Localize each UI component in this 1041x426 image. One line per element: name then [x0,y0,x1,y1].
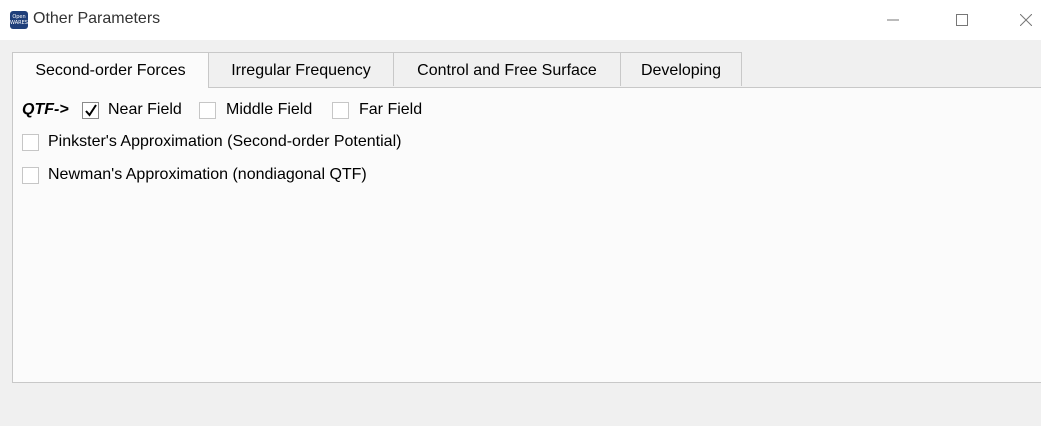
app-icon: Open WARES [10,11,28,29]
maximize-button[interactable] [939,0,985,40]
tab-second-order-forces[interactable]: Second-order Forces [12,52,209,88]
minimize-button[interactable] [870,0,916,40]
pinkster-checkbox[interactable] [22,134,39,151]
newman-row: Newman's Approximation (nondiagonal QTF) [22,166,542,188]
tab-irregular-frequency[interactable]: Irregular Frequency [208,52,394,86]
near-field-label[interactable]: Near Field [108,101,182,119]
newman-checkbox[interactable] [22,167,39,184]
qtf-row: QTF-> Near Field Middle Field Far Field [22,101,542,123]
near-field-checkbox[interactable] [82,102,99,119]
pinkster-label[interactable]: Pinkster's Approximation (Second-order P… [48,133,401,151]
middle-field-checkbox[interactable] [199,102,216,119]
close-icon [1020,14,1032,26]
title-bar[interactable]: Open WARES Other Parameters [0,0,1041,40]
tab-panel [12,87,1041,383]
newman-label[interactable]: Newman's Approximation (nondiagonal QTF) [48,166,367,184]
qtf-label: QTF-> [22,101,69,118]
check-icon [85,104,97,117]
far-field-label[interactable]: Far Field [359,101,422,119]
window-title: Other Parameters [33,10,161,27]
maximize-icon [956,14,968,26]
middle-field-label[interactable]: Middle Field [226,101,312,119]
minimize-icon [887,19,899,21]
tab-developing[interactable]: Developing [620,52,742,86]
far-field-checkbox[interactable] [332,102,349,119]
pinkster-row: Pinkster's Approximation (Second-order P… [22,133,542,155]
tab-control-and-free-surface[interactable]: Control and Free Surface [393,52,621,86]
close-button[interactable] [1003,0,1041,40]
